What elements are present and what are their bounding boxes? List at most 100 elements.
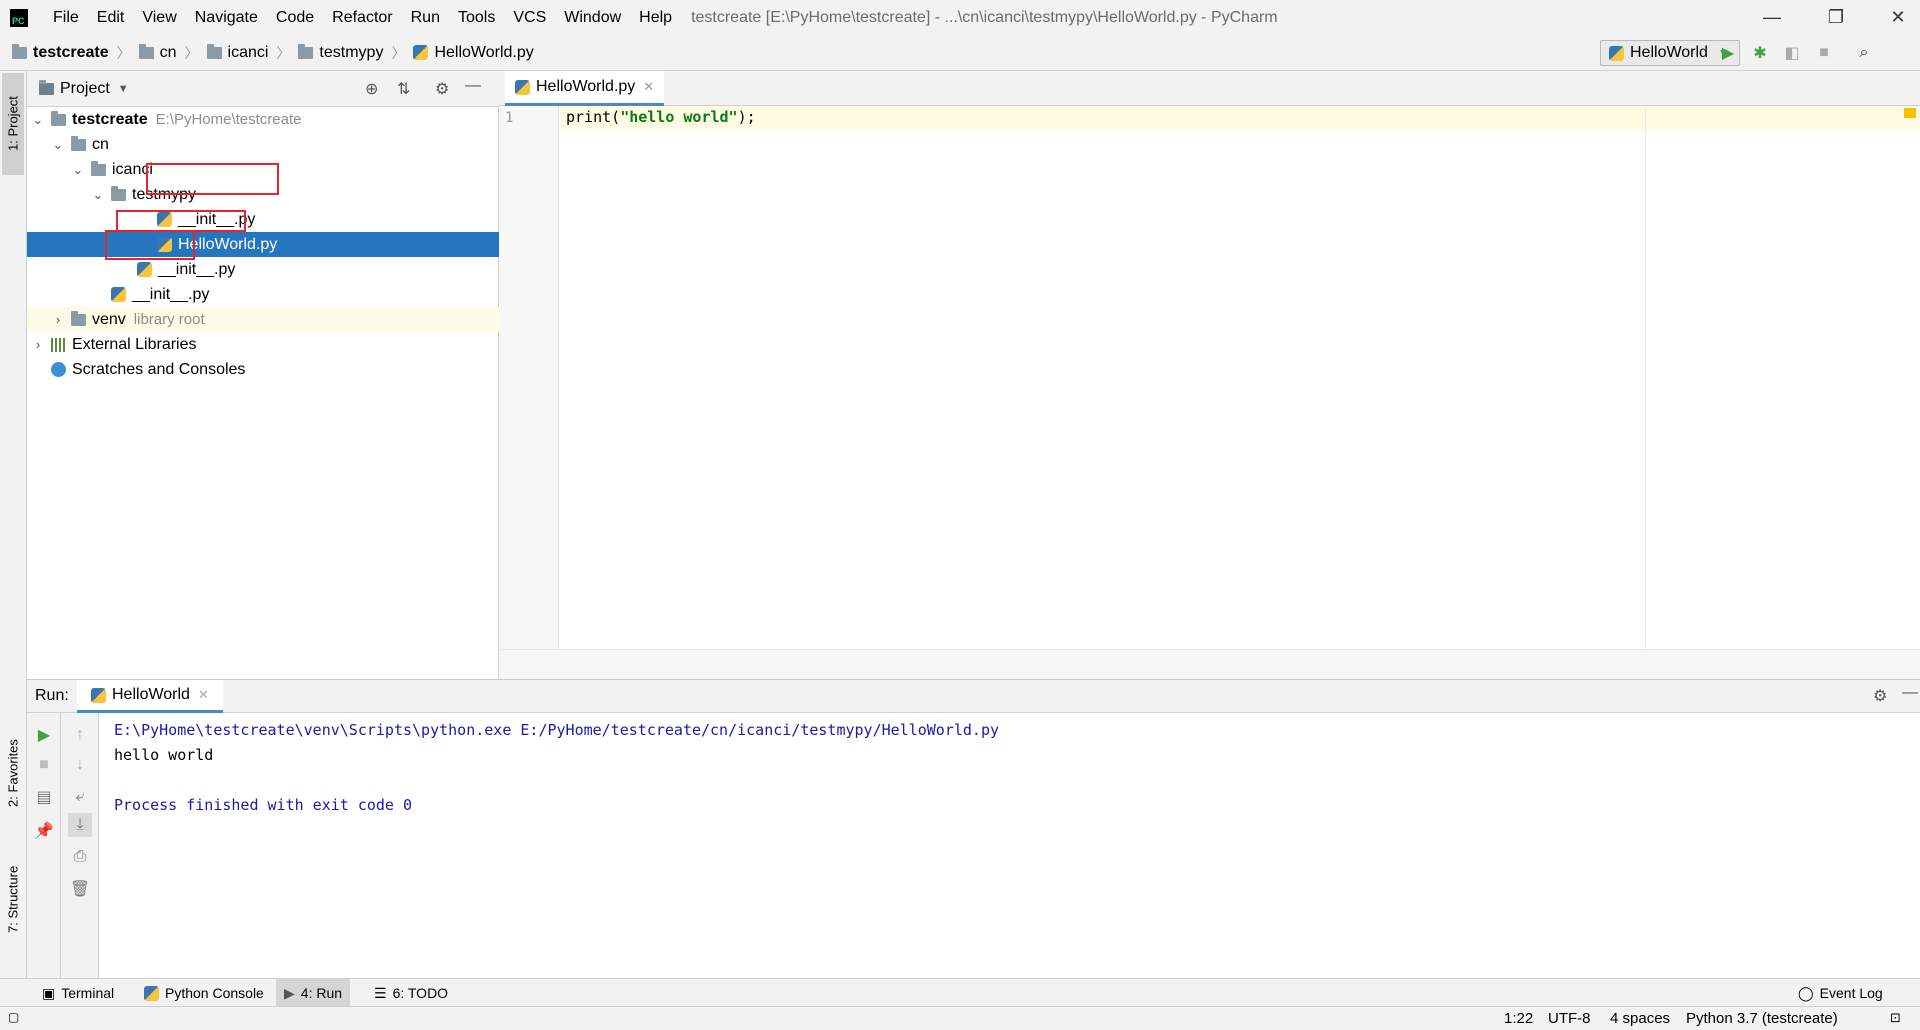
hide-icon[interactable]: —	[465, 77, 481, 95]
code-line[interactable]: print("hello world");	[566, 108, 756, 126]
breadcrumb-label: testcreate	[33, 43, 109, 61]
tool-label: 4: Run	[300, 985, 343, 1001]
hide-icon[interactable]: —	[1902, 684, 1918, 702]
folder-icon	[12, 43, 27, 59]
tree-item-testcreate[interactable]: ⌄ testcreate E:\PyHome\testcreate	[27, 107, 499, 132]
stop-icon[interactable]: ■	[1814, 43, 1834, 63]
tree-item-cn[interactable]: ⌄ cn	[27, 132, 499, 157]
menu-vcs[interactable]: VCS	[504, 9, 555, 27]
run-tool-button[interactable]: ▶ 4: Run	[276, 979, 351, 1007]
collapse-all-icon[interactable]: ⇅	[397, 79, 410, 99]
coverage-icon[interactable]: ◧	[1782, 43, 1802, 63]
breadcrumb-helloworld[interactable]: HelloWorld.py	[413, 44, 534, 62]
indent-setting[interactable]: 4 spaces	[1610, 1010, 1670, 1027]
breadcrumb-testcreate[interactable]: testcreate 〉	[12, 43, 139, 63]
console-output-line: hello world	[114, 746, 214, 764]
folder-icon	[111, 185, 126, 201]
restore-icon[interactable]: ❐	[1814, 0, 1858, 35]
menu-refactor[interactable]: Refactor	[323, 9, 401, 27]
breadcrumb-label: testmypy	[319, 43, 384, 61]
todo-tool-button[interactable]: ☰ 6: TODO	[366, 979, 456, 1007]
run-tab-label: HelloWorld	[112, 686, 190, 703]
run-icon[interactable]: ▶	[1718, 43, 1738, 63]
file-encoding[interactable]: UTF-8	[1548, 1010, 1591, 1027]
toggle-tool-windows-icon[interactable]: ▢	[8, 1010, 19, 1024]
python-console-tool-button[interactable]: Python Console	[136, 979, 272, 1007]
menu-view[interactable]: View	[133, 9, 185, 27]
tree-item-helloworld[interactable]: HelloWorld.py	[27, 232, 499, 257]
stop-icon[interactable]: ■	[32, 753, 56, 777]
project-view-selector[interactable]: Project	[60, 80, 110, 98]
warning-marker-icon[interactable]	[1904, 108, 1916, 118]
editor-gutter	[499, 106, 559, 649]
annotation-box	[105, 230, 195, 260]
menu-run[interactable]: Run	[402, 9, 449, 27]
layout-icon[interactable]: ▤	[32, 785, 56, 809]
breadcrumb-label: cn	[159, 43, 177, 61]
folder-icon	[71, 310, 86, 326]
search-icon[interactable]: ⌕	[1854, 43, 1874, 63]
tree-item-init-icanci[interactable]: __init__.py	[27, 257, 499, 282]
gear-icon[interactable]: ⚙	[435, 79, 449, 99]
project-tool-tab[interactable]: 1: Project	[2, 73, 24, 175]
right-margin-guide	[1645, 106, 1646, 649]
run-tab-helloworld[interactable]: HelloWorld ✕	[77, 680, 223, 713]
menu-navigate[interactable]: Navigate	[186, 9, 267, 27]
tree-item-init-testmypy[interactable]: __init__.py	[27, 207, 499, 232]
library-root-label: library root	[133, 311, 205, 328]
breadcrumb-cn[interactable]: cn 〉	[138, 43, 207, 63]
tool-label: Python Console	[165, 985, 264, 1001]
pin-icon[interactable]: 📌	[32, 819, 56, 843]
chevron-down-icon: ▼	[117, 82, 129, 95]
favorites-tool-tab[interactable]: 2: Favorites	[2, 733, 24, 813]
folder-icon	[298, 43, 314, 59]
run-console[interactable]: E:\PyHome\testcreate\venv\Scripts\python…	[99, 713, 1920, 978]
chevron-down-icon: ⌄	[72, 161, 84, 177]
tree-item-venv[interactable]: › venv library root	[27, 307, 499, 332]
arrow-down-icon[interactable]: ↓	[68, 753, 92, 777]
python-icon	[144, 985, 159, 1001]
python-interpreter[interactable]: Python 3.7 (testcreate)	[1686, 1010, 1838, 1027]
terminal-tool-button[interactable]: ▣ Terminal	[34, 979, 122, 1007]
code-string: "hello world"	[620, 108, 738, 126]
menu-code[interactable]: Code	[267, 9, 323, 27]
breadcrumb-icanci[interactable]: icanci 〉	[206, 43, 299, 63]
folder-icon	[206, 43, 222, 59]
minimize-icon[interactable]: —	[1750, 0, 1794, 35]
todo-icon: ☰	[374, 984, 387, 1001]
event-log-tool-button[interactable]: ◯ Event Log	[1790, 979, 1891, 1007]
tool-label: 6: TODO	[392, 985, 449, 1001]
bottom-tool-bar: ▣ Terminal Python Console ▶ 4: Run ☰ 6: TOD…	[0, 978, 1920, 1007]
lock-icon[interactable]: ⊡	[1890, 1010, 1901, 1026]
soft-wrap-icon[interactable]: ⤶	[68, 785, 92, 809]
print-icon[interactable]: ⎙	[68, 845, 92, 869]
tree-item-external-libraries[interactable]: › External Libraries	[27, 332, 499, 357]
menu-tools[interactable]: Tools	[449, 9, 504, 27]
close-tab-icon[interactable]: ✕	[198, 687, 209, 703]
tree-label: testcreate	[72, 110, 148, 128]
arrow-up-icon[interactable]: ↑	[68, 723, 92, 747]
gear-icon[interactable]: ⚙	[1873, 686, 1887, 706]
menu-file[interactable]: File	[44, 9, 88, 27]
tree-path: E:\PyHome\testcreate	[155, 111, 302, 128]
debug-icon[interactable]: ✱	[1750, 43, 1770, 63]
rerun-icon[interactable]: ▶	[32, 723, 56, 747]
scroll-to-end-icon[interactable]: ⤓	[68, 813, 92, 837]
close-tab-icon[interactable]: ✕	[643, 79, 654, 95]
tree-label: Scratches and Consoles	[72, 360, 246, 378]
menu-help[interactable]: Help	[630, 9, 681, 27]
project-panel-header: Project ▼ ⊕ ⇅ ⚙ —	[27, 71, 499, 107]
breadcrumb-testmypy[interactable]: testmypy 〉	[298, 43, 413, 63]
locate-icon[interactable]: ⊕	[365, 79, 378, 99]
status-bar: ▢ 1:22 UTF-8 4 spaces Python 3.7 (testcr…	[0, 1006, 1920, 1030]
editor-tab-helloworld[interactable]: HelloWorld.py ✕	[505, 71, 665, 106]
trash-icon[interactable]: 🗑	[68, 877, 92, 901]
cursor-position[interactable]: 1:22	[1504, 1010, 1533, 1027]
menu-edit[interactable]: Edit	[88, 9, 134, 27]
code-editor[interactable]	[560, 106, 1920, 649]
tree-item-init-cn[interactable]: __init__.py	[27, 282, 499, 307]
structure-tool-tab[interactable]: 7: Structure	[2, 849, 24, 949]
tree-item-scratches[interactable]: Scratches and Consoles	[27, 357, 499, 382]
close-icon[interactable]: ✕	[1876, 0, 1920, 35]
menu-window[interactable]: Window	[555, 9, 630, 27]
